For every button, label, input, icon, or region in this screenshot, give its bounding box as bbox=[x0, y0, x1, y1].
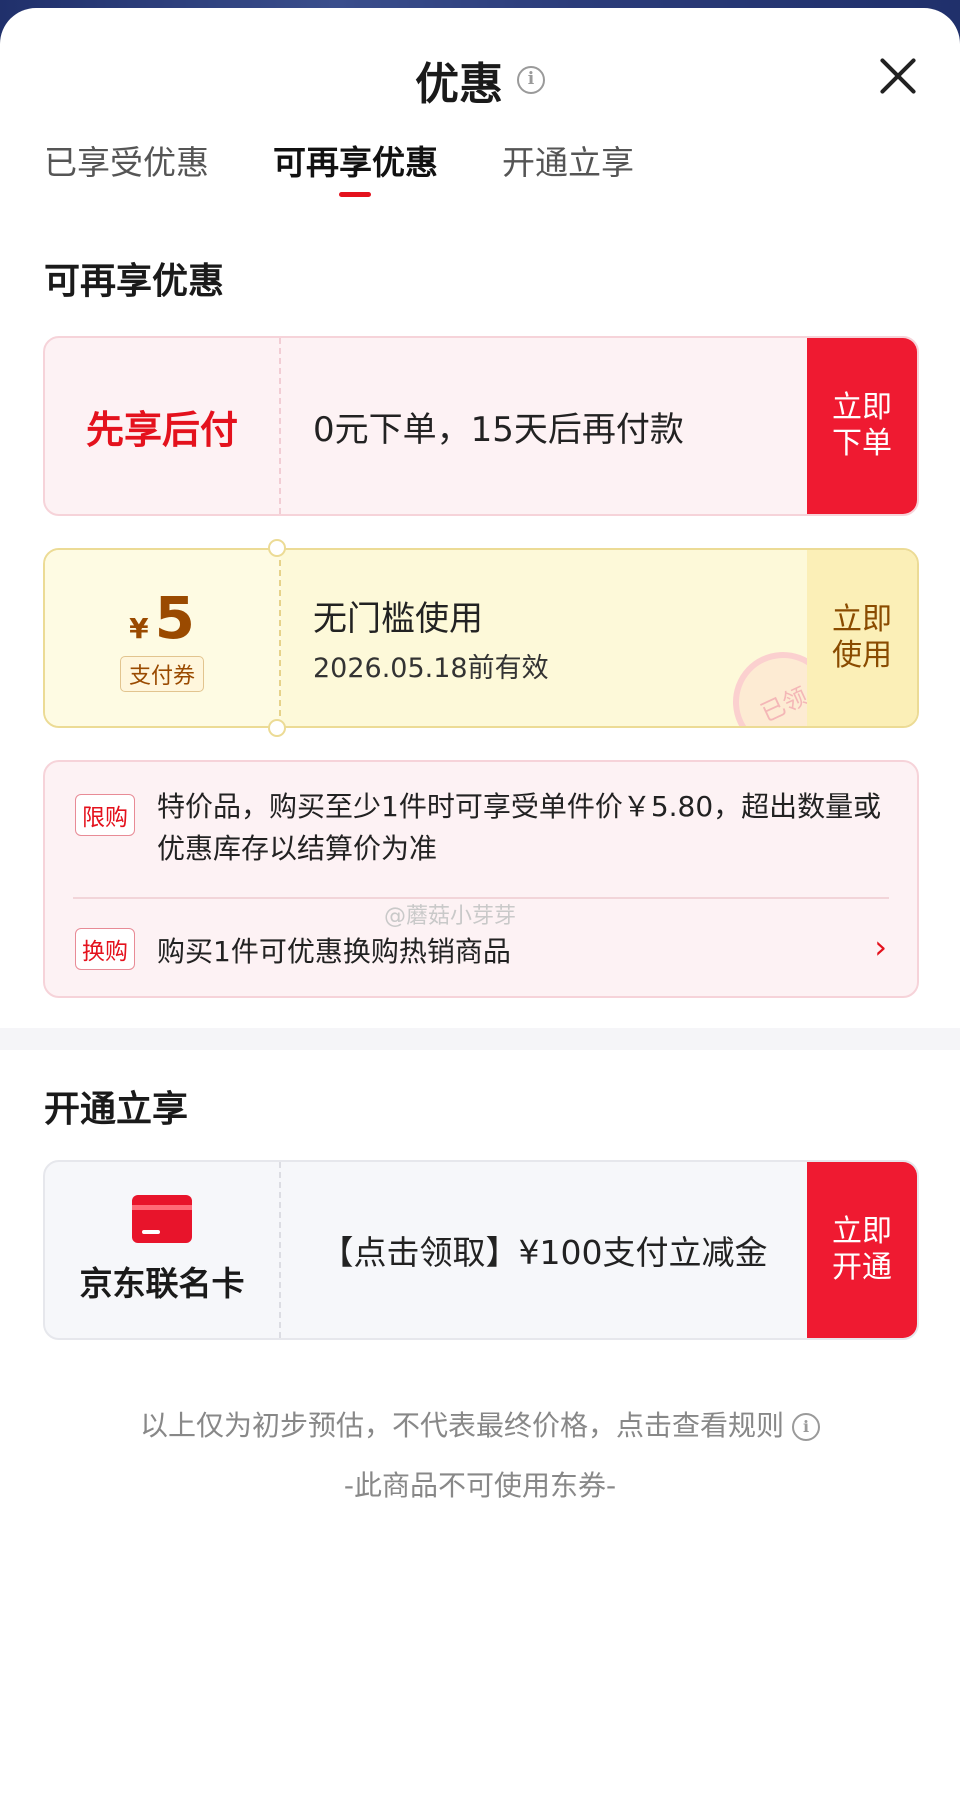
page-title: 优惠 i bbox=[0, 48, 960, 112]
estimate-disclaimer[interactable]: 以上仅为初步预估，不代表最终价格，点击查看规则 i bbox=[0, 1404, 960, 1444]
bnpl-label: 先享后付 bbox=[85, 407, 238, 452]
exchange-tag: 换购 bbox=[75, 928, 135, 970]
jd-card-name: 京东联名卡 bbox=[79, 1264, 245, 1303]
credit-card-icon bbox=[132, 1195, 192, 1243]
section-separator bbox=[0, 1028, 960, 1050]
active-tab-indicator bbox=[339, 192, 371, 197]
jd-card-brand-area: 京东联名卡 bbox=[45, 1162, 281, 1338]
coupon-type-badge: 支付券 bbox=[119, 656, 204, 692]
coupon-amount: ¥ 5 bbox=[129, 584, 195, 652]
bnpl-card[interactable]: 先享后付 0元下单，15天后再付款 立即 下单 bbox=[43, 336, 919, 516]
coupon-title: 无门槛使用 bbox=[313, 599, 483, 639]
coupon-desc-area: 无门槛使用 2026.05.18前有效 bbox=[281, 550, 807, 726]
rules-info-icon[interactable]: i bbox=[792, 1413, 820, 1441]
bnpl-text: 0元下单，15天后再付款 bbox=[313, 409, 684, 450]
use-now-button[interactable]: 立即 使用 bbox=[807, 550, 917, 726]
use-now-line1: 立即 bbox=[832, 602, 892, 637]
chevron-right-icon[interactable]: › bbox=[874, 928, 887, 966]
promo-info-card: 限购 特价品，购买至少1件时可享受单件价￥5.80，超出数量或优惠库存以结算价为… bbox=[43, 760, 919, 998]
coupon-currency: ¥ bbox=[129, 612, 149, 645]
activate-now-button[interactable]: 立即 开通 bbox=[807, 1162, 917, 1338]
disclaimer-text: 以上仅为初步预估，不代表最终价格，点击查看规则 bbox=[139, 1409, 784, 1442]
order-now-button[interactable]: 立即 下单 bbox=[807, 338, 917, 514]
bnpl-desc-area: 0元下单，15天后再付款 bbox=[281, 338, 807, 514]
activate-now-line1: 立即 bbox=[832, 1214, 892, 1249]
limit-text: 特价品，购买至少1件时可享受单件价￥5.80，超出数量或优惠库存以结算价为准 bbox=[157, 790, 882, 865]
jd-card-desc-area: 【点击领取】¥100支付立减金 bbox=[281, 1162, 807, 1338]
section-title-open: 开通立享 bbox=[44, 1089, 189, 1130]
order-now-line2: 下单 bbox=[832, 426, 892, 461]
tab-reenjoy[interactable]: 可再享优惠 bbox=[273, 136, 438, 184]
close-button[interactable] bbox=[870, 48, 926, 104]
jd-card-text: 【点击领取】¥100支付立减金 bbox=[320, 1233, 768, 1272]
coupon-amount-area: ¥ 5 支付券 bbox=[45, 550, 281, 726]
order-now-line1: 立即 bbox=[832, 390, 892, 425]
use-now-line2: 使用 bbox=[832, 638, 892, 673]
limit-tag: 限购 bbox=[75, 794, 135, 836]
info-icon[interactable]: i bbox=[517, 66, 545, 94]
discount-sheet: 优惠 i 已享受优惠 可再享优惠 开通立享 可再享优惠 先享后付 0元下单，15… bbox=[0, 8, 960, 1805]
section-title-reenjoy: 可再享优惠 bbox=[44, 261, 225, 302]
activate-now-line2: 开通 bbox=[832, 1250, 892, 1285]
tab-enjoyed[interactable]: 已享受优惠 bbox=[44, 136, 209, 184]
tab-open[interactable]: 开通立享 bbox=[502, 136, 634, 184]
jd-card-offer[interactable]: 京东联名卡 【点击领取】¥100支付立减金 立即 开通 bbox=[43, 1160, 919, 1340]
coupon-value: 5 bbox=[154, 584, 195, 652]
exchange-text[interactable]: 购买1件可优惠换购热销商品 bbox=[157, 930, 511, 970]
title-text: 优惠 bbox=[415, 59, 503, 110]
no-coupon-note: -此商品不可使用东券- bbox=[343, 1469, 617, 1502]
tab-bar: 已享受优惠 可再享优惠 开通立享 bbox=[0, 136, 960, 206]
watermark-text: @蘑菇小芽芽 bbox=[384, 904, 517, 929]
coupon-notch-bottom bbox=[268, 719, 286, 737]
coupon-notch-top bbox=[268, 539, 286, 557]
coupon-card[interactable]: ¥ 5 支付券 无门槛使用 2026.05.18前有效 已领 立即 使用 bbox=[43, 548, 919, 728]
coupon-validity: 2026.05.18前有效 bbox=[313, 653, 549, 684]
bnpl-label-area: 先享后付 bbox=[45, 338, 281, 514]
sheet-header: 优惠 i bbox=[0, 8, 960, 138]
